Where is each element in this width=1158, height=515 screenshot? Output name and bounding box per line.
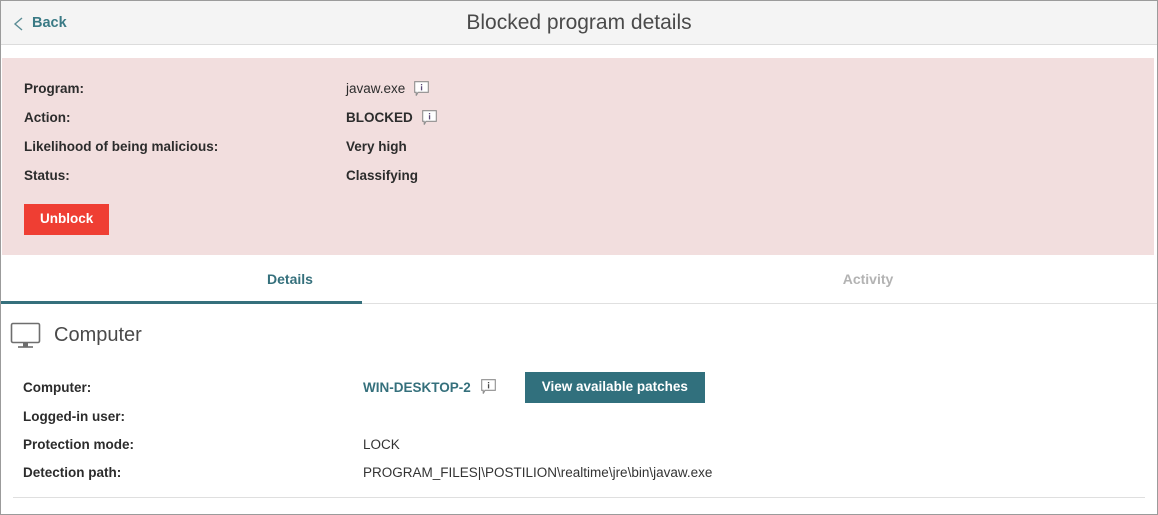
info-bubble-icon[interactable] [414, 80, 430, 97]
computer-value-detection-path: PROGRAM_FILES|\POSTILION\realtime\jre\bi… [363, 465, 713, 481]
computer-value-computer-wrap: WIN-DESKTOP-2 View available patches [363, 371, 705, 403]
tab-activity[interactable]: Activity [579, 255, 1157, 303]
monitor-icon [10, 322, 42, 350]
computer-label-logged-in-user: Logged-in user: [23, 409, 125, 425]
computer-value-protection-mode: LOCK [363, 437, 400, 453]
bottom-divider [13, 497, 1145, 498]
alert-value-action-wrap: BLOCKED [346, 109, 437, 126]
alert-label-likelihood: Likelihood of being malicious: [24, 139, 219, 154]
view-available-patches-button[interactable]: View available patches [524, 371, 705, 403]
tab-bar: Details Activity [1, 254, 1157, 304]
computer-label-computer: Computer: [23, 379, 92, 395]
alert-label-status: Status: [24, 168, 70, 183]
page-title: Blocked program details [466, 10, 692, 34]
alert-row-action: Action: BLOCKED [2, 103, 1154, 132]
computer-section-title: Computer [54, 324, 142, 347]
alert-panel-wrapper: Program: javaw.exe Action: BLOCKED Likel… [1, 45, 1157, 255]
alert-label-action: Action: [24, 110, 71, 125]
alert-row-program: Program: javaw.exe [2, 74, 1154, 103]
blocked-program-details-page: Back Blocked program details Program: ja… [0, 0, 1158, 515]
info-bubble-icon[interactable] [480, 379, 496, 395]
alert-label-program: Program: [24, 81, 85, 96]
unblock-button[interactable]: Unblock [24, 204, 110, 235]
computer-row-computer: Computer: WIN-DESKTOP-2 View available p… [1, 371, 1157, 403]
computer-section: Computer Computer: WIN-DESKTOP-2 View av… [1, 304, 1157, 487]
computer-label-protection-mode: Protection mode: [23, 437, 135, 453]
computer-label-detection-path: Detection path: [23, 465, 122, 481]
computer-row-logged-in-user: Logged-in user: [1, 403, 1157, 431]
computer-name-link[interactable]: WIN-DESKTOP-2 [363, 380, 471, 395]
alert-value-program-wrap: javaw.exe [346, 80, 430, 97]
alert-row-status: Status: Classifying [2, 161, 1154, 190]
back-button[interactable]: Back [13, 15, 67, 31]
alert-value-program: javaw.exe [346, 81, 406, 96]
computer-row-detection-path: Detection path: PROGRAM_FILES|\POSTILION… [1, 459, 1157, 487]
chevron-left-icon [13, 16, 25, 31]
alert-row-likelihood: Likelihood of being malicious: Very high [2, 132, 1154, 161]
blocked-alert-panel: Program: javaw.exe Action: BLOCKED Likel… [2, 58, 1154, 255]
computer-row-protection-mode: Protection mode: LOCK [1, 431, 1157, 459]
tab-details[interactable]: Details [1, 255, 579, 304]
computer-section-header: Computer [1, 322, 1157, 350]
alert-value-status: Classifying [346, 168, 419, 183]
page-header: Back Blocked program details [1, 1, 1157, 45]
info-bubble-icon[interactable] [421, 109, 437, 126]
alert-value-action: BLOCKED [346, 110, 413, 125]
back-label: Back [32, 14, 67, 31]
alert-value-likelihood: Very high [346, 139, 407, 154]
